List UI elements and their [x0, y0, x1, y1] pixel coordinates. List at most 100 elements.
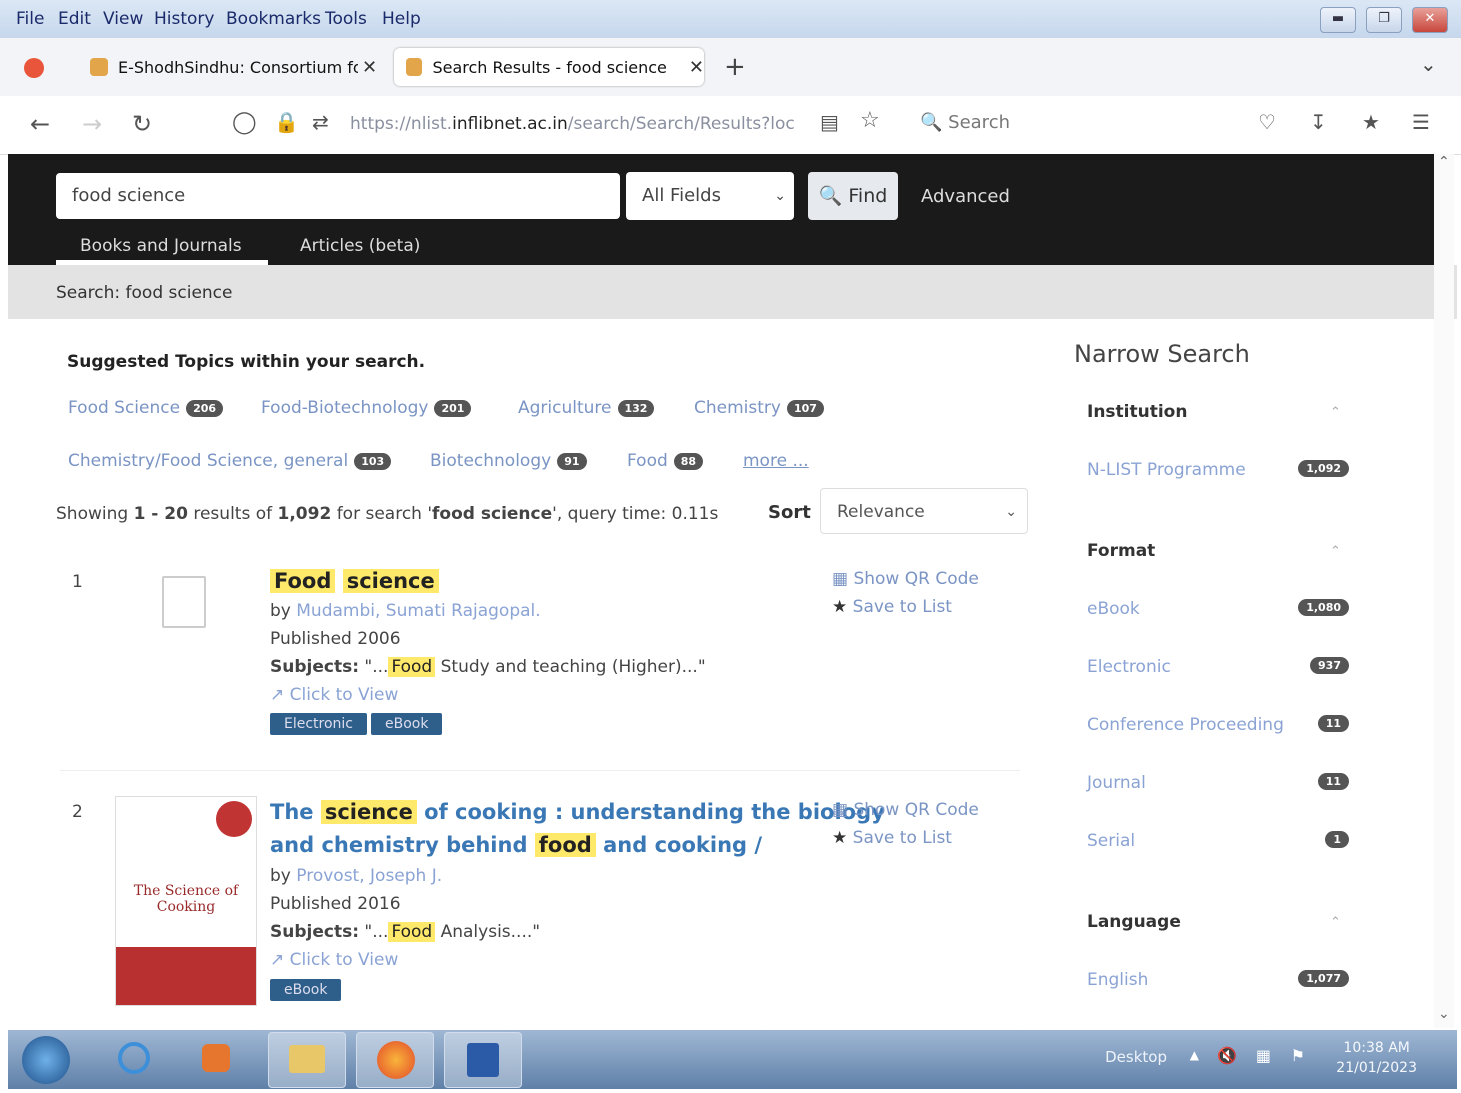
- cover-title: The Science of Cooking: [133, 883, 239, 915]
- downloads-icon[interactable]: ↧: [1310, 110, 1327, 134]
- reader-view-icon[interactable]: ▤: [820, 110, 839, 134]
- menu-history[interactable]: History: [154, 9, 214, 29]
- close-tab-icon[interactable]: ✕: [362, 57, 377, 78]
- facet-item[interactable]: eBook 1,080: [1087, 599, 1349, 619]
- scroll-up-icon[interactable]: ⌃: [1438, 154, 1450, 170]
- tab-search-results[interactable]: Search Results - food science ✕: [394, 48, 704, 86]
- menu-file[interactable]: File: [16, 9, 44, 29]
- topic-count: 107: [786, 399, 824, 417]
- restore-button[interactable]: ❐: [1366, 7, 1402, 33]
- tab-articles[interactable]: Articles (beta): [300, 236, 420, 256]
- forward-icon[interactable]: →: [82, 110, 102, 138]
- suggested-topics-heading: Suggested Topics within your search.: [67, 352, 426, 372]
- author-link[interactable]: Provost, Joseph J.: [296, 866, 442, 886]
- file-explorer-icon[interactable]: [268, 1032, 346, 1088]
- author-link[interactable]: Mudambi, Sumati Rajagopal.: [296, 601, 540, 621]
- facet-item[interactable]: Journal 11: [1087, 773, 1349, 793]
- click-to-view-link[interactable]: ↗ Click to View: [270, 685, 398, 705]
- search-field-select[interactable]: All Fields ⌄: [626, 172, 794, 220]
- more-topics-link[interactable]: more ...: [743, 451, 809, 471]
- desktop-toolbar-label[interactable]: Desktop: [1105, 1048, 1167, 1066]
- chevron-up-icon[interactable]: ⌃: [1330, 544, 1341, 559]
- facet-count: 937: [1310, 657, 1349, 674]
- facet-format-heading[interactable]: Format: [1087, 541, 1155, 561]
- facet-item[interactable]: Conference Proceeding 11: [1087, 715, 1349, 735]
- result-title-link[interactable]: Food science: [270, 565, 439, 598]
- facet-item[interactable]: Serial 1: [1087, 831, 1349, 851]
- menu-edit[interactable]: Edit: [58, 9, 91, 29]
- topic-link[interactable]: Chemistry/Food Science, general 103: [68, 451, 392, 471]
- back-icon[interactable]: ←: [30, 110, 50, 138]
- chevron-up-icon[interactable]: ⌃: [1330, 405, 1341, 420]
- menu-bookmarks[interactable]: Bookmarks: [226, 9, 321, 29]
- close-tab-icon[interactable]: ✕: [689, 57, 704, 78]
- close-window-button[interactable]: ✕: [1412, 7, 1448, 33]
- external-link-icon: ↗: [270, 685, 285, 705]
- browser-search-label: Search: [948, 112, 1010, 133]
- facet-count: 11: [1317, 773, 1349, 790]
- tab-books-and-journals[interactable]: Books and Journals: [80, 236, 242, 256]
- save-to-list-link[interactable]: ★ Save to List: [832, 597, 952, 617]
- menu-view[interactable]: View: [103, 9, 143, 29]
- bookmark-star-icon[interactable]: ☆: [860, 108, 880, 133]
- scroll-down-icon[interactable]: ⌄: [1438, 1006, 1450, 1022]
- menu-tools[interactable]: Tools: [325, 9, 367, 29]
- minimize-button[interactable]: ▬: [1320, 7, 1356, 33]
- lock-icon[interactable]: 🔒: [274, 110, 299, 134]
- result-number: 2: [72, 802, 83, 822]
- internet-explorer-icon[interactable]: [96, 1032, 172, 1086]
- chevron-up-icon[interactable]: ⌃: [1330, 915, 1341, 930]
- click-to-view-link[interactable]: ↗ Click to View: [270, 950, 398, 970]
- start-button-icon[interactable]: [22, 1036, 70, 1084]
- system-clock[interactable]: 10:38 AM 21/01/2023: [1336, 1038, 1417, 1078]
- tab-eshodhsindhu[interactable]: E-ShodhSindhu: Consortium fo ✕: [78, 48, 378, 86]
- browser-search-box[interactable]: 🔍 Search: [920, 112, 1010, 133]
- topic-link[interactable]: Biotechnology 91: [430, 451, 587, 471]
- extensions-icon[interactable]: ★: [1362, 110, 1380, 134]
- show-qr-code-link[interactable]: ▦ Show QR Code: [832, 800, 979, 820]
- permissions-icon[interactable]: ⇄: [312, 110, 329, 134]
- facet-item[interactable]: Electronic 937: [1087, 657, 1349, 677]
- action-center-icon[interactable]: ⚑: [1291, 1046, 1305, 1065]
- reload-icon[interactable]: ↻: [132, 110, 152, 138]
- firefox-taskbar-icon[interactable]: [356, 1032, 434, 1088]
- find-button[interactable]: 🔍 Find: [808, 172, 898, 220]
- topic-link[interactable]: Agriculture 132: [518, 398, 655, 418]
- firefox-view-icon[interactable]: [24, 58, 44, 78]
- pocket-icon[interactable]: ♡: [1258, 110, 1276, 134]
- result-subjects: Subjects: "... Food Analysis....": [270, 922, 541, 942]
- new-tab-icon[interactable]: +: [724, 52, 746, 82]
- url-bar[interactable]: ◯ 🔒 ⇄ https://nlist.inflibnet.ac.in/sear…: [232, 104, 902, 146]
- tracking-shield-icon[interactable]: ◯: [232, 110, 257, 135]
- menu-help[interactable]: Help: [382, 9, 421, 29]
- advanced-search-link[interactable]: Advanced: [921, 186, 1010, 207]
- format-badge: eBook: [371, 713, 443, 735]
- tab-list-chevron-icon[interactable]: ⌄: [1420, 52, 1437, 76]
- result-title-link[interactable]: The science of cooking : understanding t…: [270, 796, 885, 862]
- hamburger-menu-icon[interactable]: ☰: [1412, 110, 1430, 134]
- facet-item[interactable]: English 1,077: [1087, 970, 1349, 990]
- facet-language-heading[interactable]: Language: [1087, 912, 1181, 932]
- show-qr-code-link[interactable]: ▦ Show QR Code: [832, 569, 979, 589]
- search-input[interactable]: food science: [56, 173, 620, 219]
- page-scrollbar[interactable]: ⌃ ⌄: [1434, 154, 1454, 1028]
- volume-muted-icon[interactable]: 🔇: [1217, 1046, 1237, 1065]
- facet-institution-heading[interactable]: Institution: [1087, 402, 1187, 422]
- sort-select[interactable]: Relevance ⌄: [820, 488, 1028, 534]
- word-icon[interactable]: [444, 1032, 522, 1088]
- site-header: food science All Fields ⌄ 🔍 Find Advance…: [8, 154, 1434, 265]
- facet-item[interactable]: N-LIST Programme 1,092: [1087, 460, 1349, 480]
- topic-link[interactable]: Food Science 206: [68, 398, 224, 418]
- clock-date: 21/01/2023: [1336, 1060, 1417, 1076]
- topic-link[interactable]: Food 88: [627, 451, 704, 471]
- navigation-bar: ← → ↻ ◯ 🔒 ⇄ https://nlist.inflibnet.ac.i…: [0, 96, 1461, 155]
- media-player-icon[interactable]: [178, 1032, 254, 1086]
- topic-link[interactable]: Food-Biotechnology 201: [261, 398, 472, 418]
- chevron-down-icon: ⌄: [774, 188, 786, 204]
- result-subjects: Subjects: "... Food Study and teaching (H…: [270, 657, 706, 677]
- save-to-list-link[interactable]: ★ Save to List: [832, 828, 952, 848]
- network-icon[interactable]: ▦: [1256, 1046, 1271, 1065]
- show-hidden-icons-icon[interactable]: ▲: [1190, 1048, 1199, 1062]
- result-published: Published 2006: [270, 629, 401, 649]
- topic-link[interactable]: Chemistry 107: [694, 398, 824, 418]
